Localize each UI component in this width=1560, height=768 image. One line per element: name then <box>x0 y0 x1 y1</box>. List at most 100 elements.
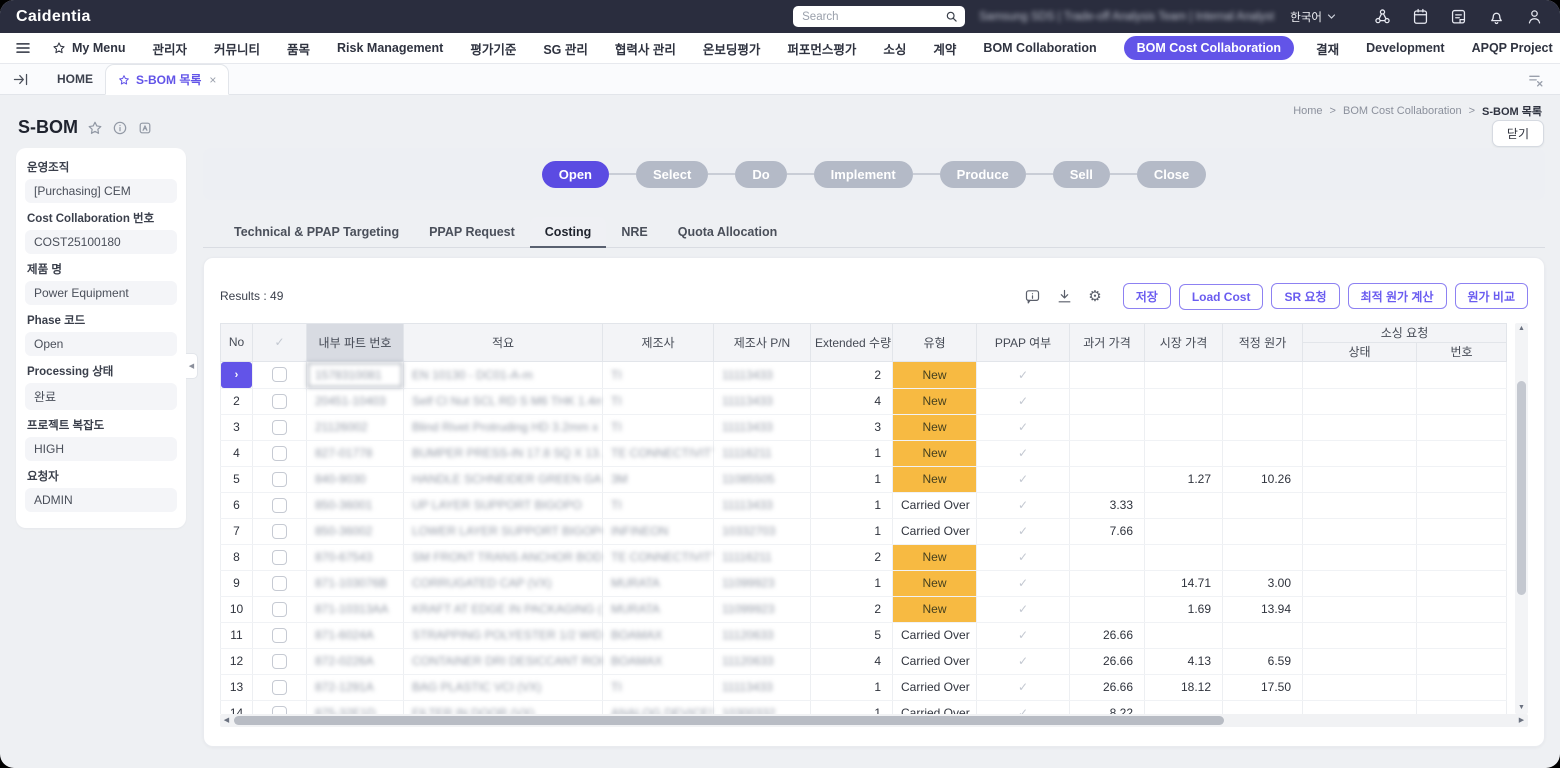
cell-ppap[interactable]: ✓ <box>977 492 1070 518</box>
cell-no[interactable]: 3 <box>221 414 253 440</box>
row-checkbox[interactable] <box>272 420 287 435</box>
cell-type[interactable]: Carried Over <box>893 518 977 544</box>
menu-item-my-menu[interactable]: My Menu <box>52 41 125 55</box>
cell-past[interactable] <box>1070 544 1145 570</box>
cell-qty[interactable]: 2 <box>811 361 893 388</box>
cell-past[interactable] <box>1070 466 1145 492</box>
cell-type[interactable]: Carried Over <box>893 622 977 648</box>
tab-nre[interactable]: NRE <box>606 217 662 247</box>
cell-sr_status[interactable] <box>1303 440 1417 466</box>
cell-market[interactable] <box>1145 518 1223 544</box>
search-input[interactable] <box>800 10 945 24</box>
menu-item-item[interactable]: 소싱 <box>883 39 906 58</box>
cell-pn[interactable]: 11099923 <box>714 570 811 596</box>
cell-mfr[interactable]: TI <box>603 414 714 440</box>
comment-info-icon[interactable] <box>1024 288 1041 305</box>
cell-market[interactable] <box>1145 388 1223 414</box>
cell-sr_no[interactable] <box>1417 440 1507 466</box>
cell-past[interactable] <box>1070 414 1145 440</box>
field-value[interactable]: ADMIN <box>25 488 177 512</box>
cell-qty[interactable]: 1 <box>811 440 893 466</box>
cell-sr_no[interactable] <box>1417 596 1507 622</box>
cell-type[interactable]: Carried Over <box>893 674 977 700</box>
col-header-part[interactable]: 내부 파트 번호 <box>307 323 404 361</box>
cell-pn[interactable]: 11113433 <box>714 492 811 518</box>
breadcrumb-item[interactable]: S-BOM 목록 <box>1482 103 1542 119</box>
cell-part[interactable]: 871-10313AA <box>307 596 404 622</box>
button-item[interactable]: 최적 원가 계산 <box>1348 283 1447 309</box>
cell-sr_status[interactable] <box>1303 674 1417 700</box>
cell-pn[interactable]: 11113433 <box>714 674 811 700</box>
col-header-pn[interactable]: 제조사 P/N <box>714 323 811 361</box>
cell-desc[interactable]: HANDLE SCHNEIDER GREEN GALAXY VN <box>404 466 603 492</box>
cell-market[interactable] <box>1145 700 1223 714</box>
row-checkbox[interactable] <box>272 524 287 539</box>
cell-mfr[interactable]: TI <box>603 388 714 414</box>
cell-pn[interactable]: 11085505 <box>714 466 811 492</box>
cell-ppap[interactable]: ✓ <box>977 440 1070 466</box>
cell-qty[interactable]: 1 <box>811 492 893 518</box>
cell-no[interactable]: 10 <box>221 596 253 622</box>
manual-doc-icon[interactable] <box>137 120 153 136</box>
tab-ppap-request[interactable]: PPAP Request <box>414 217 530 247</box>
cell-part[interactable]: 21126002 <box>307 414 404 440</box>
cell-past[interactable]: 26.66 <box>1070 674 1145 700</box>
cell-desc[interactable]: KRAFT AT EDGE IN PACKAGING (VX) <box>404 596 603 622</box>
menu-item-development[interactable]: Development <box>1366 41 1445 55</box>
cell-type[interactable]: New <box>893 361 977 388</box>
cell-part[interactable]: 827-01778 <box>307 440 404 466</box>
cell-target[interactable] <box>1223 518 1303 544</box>
cell-checkbox[interactable] <box>253 518 307 544</box>
cell-qty[interactable]: 1 <box>811 518 893 544</box>
cell-target[interactable]: 13.94 <box>1223 596 1303 622</box>
cell-mfr[interactable]: 3M <box>603 466 714 492</box>
cell-sr_status[interactable] <box>1303 414 1417 440</box>
user-profile-icon[interactable] <box>1525 7 1544 26</box>
cell-no[interactable]: › <box>221 361 253 388</box>
cell-qty[interactable]: 1 <box>811 466 893 492</box>
cell-checkbox[interactable] <box>253 440 307 466</box>
cell-mfr[interactable]: ANALOG DEVICES <box>603 700 714 714</box>
cell-target[interactable] <box>1223 544 1303 570</box>
cell-part[interactable]: 871-6024A <box>307 622 404 648</box>
cell-sr_status[interactable] <box>1303 388 1417 414</box>
scroll-right-icon[interactable]: ▶ <box>1515 714 1528 727</box>
download-icon[interactable] <box>1056 288 1073 305</box>
button-load-cost[interactable]: Load Cost <box>1179 284 1264 310</box>
close-page-button[interactable]: 닫기 <box>1492 120 1544 147</box>
step-close[interactable]: Close <box>1137 161 1206 188</box>
menu-item-sg[interactable]: SG 관리 <box>543 39 588 58</box>
cell-market[interactable] <box>1145 622 1223 648</box>
row-checkbox[interactable] <box>272 472 287 487</box>
cell-ppap[interactable]: ✓ <box>977 648 1070 674</box>
cell-type[interactable]: New <box>893 388 977 414</box>
favorite-star-icon[interactable] <box>87 120 103 136</box>
cell-sr_status[interactable] <box>1303 492 1417 518</box>
col-header-sr_status[interactable]: 상태 <box>1303 342 1417 361</box>
cell-type[interactable]: New <box>893 440 977 466</box>
col-header-type[interactable]: 유형 <box>893 323 977 361</box>
cell-market[interactable]: 4.13 <box>1145 648 1223 674</box>
cell-sr_status[interactable] <box>1303 700 1417 714</box>
cell-no[interactable]: 6 <box>221 492 253 518</box>
col-header-target[interactable]: 적정 원가 <box>1223 323 1303 361</box>
cell-checkbox[interactable] <box>253 648 307 674</box>
cell-market[interactable] <box>1145 361 1223 388</box>
cell-sr_status[interactable] <box>1303 361 1417 388</box>
menu-item-apqp-project[interactable]: APQP Project <box>1472 41 1553 55</box>
cell-checkbox[interactable] <box>253 492 307 518</box>
cell-target[interactable]: 6.59 <box>1223 648 1303 674</box>
cell-mfr[interactable]: TI <box>603 361 714 388</box>
menu-item-item[interactable]: 퍼포먼스평가 <box>787 39 856 58</box>
language-selector[interactable]: 한국어 <box>1290 9 1336 25</box>
global-search[interactable] <box>793 6 965 27</box>
cell-sr_status[interactable] <box>1303 544 1417 570</box>
row-checkbox[interactable] <box>272 394 287 409</box>
menu-item-item[interactable]: 평가기준 <box>470 39 516 58</box>
button-sr[interactable]: SR 요청 <box>1271 283 1339 309</box>
cell-past[interactable] <box>1070 361 1145 388</box>
cell-checkbox[interactable] <box>253 622 307 648</box>
cell-market[interactable]: 14.71 <box>1145 570 1223 596</box>
breadcrumb-item[interactable]: Home <box>1293 105 1322 117</box>
cell-past[interactable] <box>1070 570 1145 596</box>
